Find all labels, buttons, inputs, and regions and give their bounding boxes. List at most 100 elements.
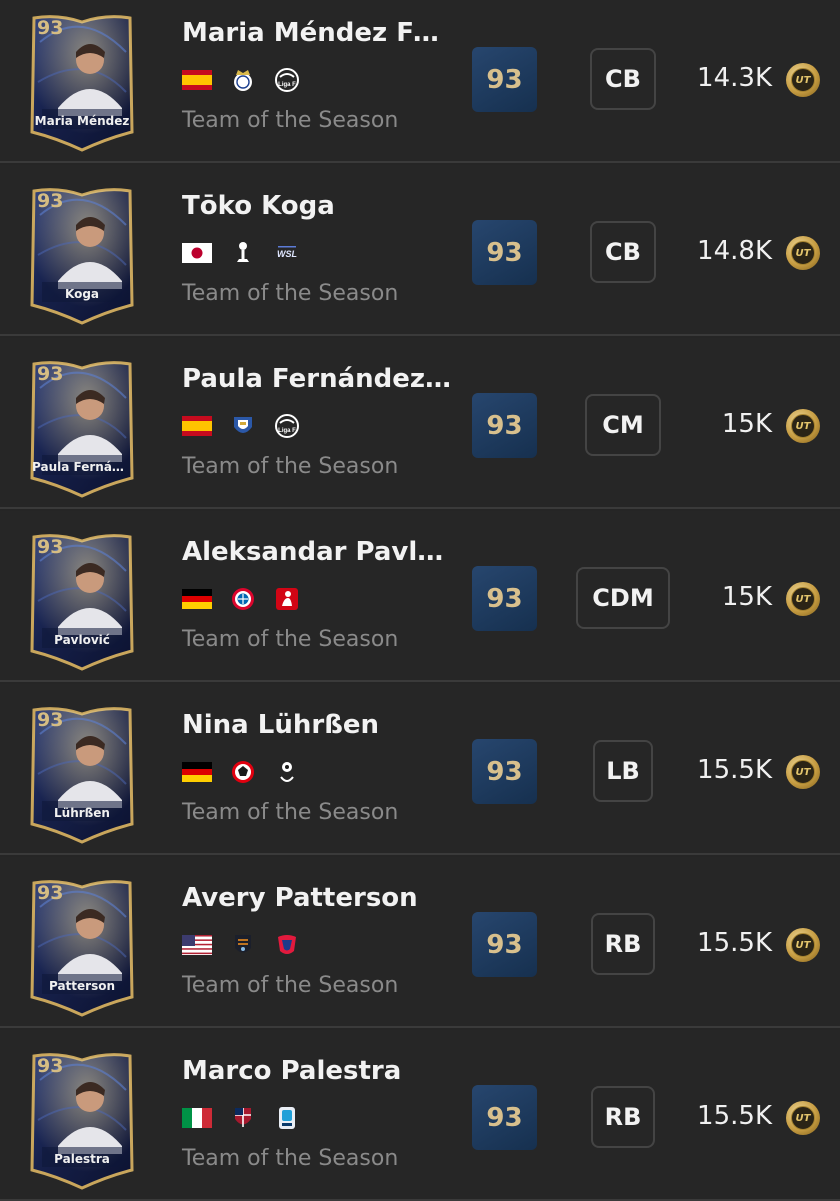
card-rating: 93 <box>37 1055 64 1077</box>
serie-a-logo-icon <box>279 1107 295 1129</box>
player-badges: WSL <box>182 240 300 266</box>
card-player-name: Maria Méndez <box>34 114 130 128</box>
svg-text:Liga F: Liga F <box>278 82 296 88</box>
player-list: 93 Maria Méndez Maria Méndez Fer... Liga F T… <box>0 0 840 1201</box>
player-price: 15.5K <box>697 755 772 785</box>
player-position-badge: CB <box>590 48 656 110</box>
coin-icon: UT <box>786 63 820 97</box>
player-row[interactable]: 93 Paula Fernánde... Paula Fernández ... Li… <box>0 338 840 509</box>
player-row[interactable]: 93 Koga Tōko Koga WSL Team of the Season 93 CB… <box>0 165 840 336</box>
frauen-bundesliga-logo-icon <box>280 762 294 782</box>
real-sociedad-crest-icon <box>234 417 252 433</box>
player-row[interactable]: 93 Pavlović Aleksandar Pavlo... Team of the… <box>0 511 840 682</box>
player-price: 14.8K <box>697 236 772 266</box>
svg-text:WSL: WSL <box>277 249 297 259</box>
player-card-image: 93 Palestra <box>28 1050 136 1190</box>
player-badges: Liga F <box>182 67 300 93</box>
card-player-name: Patterson <box>48 979 116 993</box>
player-position-badge: CB <box>590 221 656 283</box>
card-rating: 93 <box>37 190 64 212</box>
coin-label: UT <box>791 1106 815 1130</box>
player-card-image: 93 Patterson <box>28 877 136 1017</box>
card-player-name: Palestra <box>54 1152 110 1166</box>
card-player-name: Lührßen <box>54 806 110 820</box>
player-rating-badge: 93 <box>472 47 537 112</box>
player-badges <box>182 586 300 612</box>
player-card-image: 93 Pavlović <box>28 531 136 671</box>
coin-icon: UT <box>786 928 820 962</box>
spain-flag-icon <box>182 416 212 436</box>
cagliari-crest-icon <box>235 1108 251 1127</box>
usa-flag-icon <box>182 935 212 955</box>
player-card-image: 93 Lührßen <box>28 704 136 844</box>
liga-f-logo-icon: Liga F <box>275 68 299 92</box>
coin-label: UT <box>791 414 815 438</box>
player-rating-badge: 93 <box>472 393 537 458</box>
coin-label: UT <box>791 760 815 784</box>
player-badges <box>182 932 300 958</box>
germany-flag-icon <box>182 589 212 609</box>
card-rating: 93 <box>37 536 64 558</box>
player-price: 15.5K <box>697 928 772 958</box>
player-position-badge: CDM <box>576 567 670 629</box>
promo-label: Team of the Season <box>182 281 399 306</box>
player-rating-badge: 93 <box>472 566 537 631</box>
coin-icon: UT <box>786 582 820 616</box>
italy-flag-icon <box>182 1108 212 1128</box>
card-rating: 93 <box>37 709 64 731</box>
player-name: Tōko Koga <box>182 191 335 221</box>
promo-label: Team of the Season <box>182 627 399 652</box>
player-card-image: 93 Koga <box>28 185 136 325</box>
player-position-badge: CM <box>585 394 661 456</box>
card-rating: 93 <box>37 882 64 904</box>
bundesliga-logo-icon <box>276 588 298 610</box>
player-price: 15K <box>721 582 772 612</box>
coin-label: UT <box>791 68 815 92</box>
coin-label: UT <box>791 587 815 611</box>
player-name: Avery Patterson <box>182 883 418 913</box>
player-card-image: 93 Maria Méndez <box>28 12 136 152</box>
coin-icon: UT <box>786 409 820 443</box>
japan-flag-icon <box>182 243 212 263</box>
eintracht-frankfurt-crest-icon <box>232 761 254 783</box>
promo-label: Team of the Season <box>182 1146 399 1171</box>
card-player-name: Paula Fernánde... <box>32 460 132 474</box>
player-row[interactable]: 93 Palestra Marco Palestra Team of the Seas… <box>0 1030 840 1201</box>
tottenham-crest-icon <box>237 242 249 262</box>
player-rating-badge: 93 <box>472 1085 537 1150</box>
card-rating: 93 <box>37 363 64 385</box>
player-position-badge: LB <box>593 740 653 802</box>
spain-flag-icon <box>182 70 212 90</box>
player-row[interactable]: 93 Lührßen Nina Lührßen Team of the Season 9… <box>0 684 840 855</box>
player-badges <box>182 1105 300 1131</box>
card-player-name: Pavlović <box>54 633 110 647</box>
coin-label: UT <box>791 241 815 265</box>
player-card-image: 93 Paula Fernánde... <box>28 358 136 498</box>
promo-label: Team of the Season <box>182 800 399 825</box>
player-position-badge: RB <box>591 1086 655 1148</box>
wsl-logo-icon: WSL <box>277 246 297 259</box>
player-row[interactable]: 93 Maria Méndez Maria Méndez Fer... Liga F T… <box>0 0 840 163</box>
svg-text:Liga F: Liga F <box>278 428 296 434</box>
player-position-badge: RB <box>591 913 655 975</box>
player-name: Nina Lührßen <box>182 710 380 740</box>
houston-dash-crest-icon <box>235 935 251 953</box>
player-rating-badge: 93 <box>472 220 537 285</box>
card-player-name: Koga <box>64 287 100 301</box>
player-badges <box>182 759 300 785</box>
player-rating-badge: 93 <box>472 739 537 804</box>
promo-label: Team of the Season <box>182 973 399 998</box>
coin-icon: UT <box>786 236 820 270</box>
coin-icon: UT <box>786 755 820 789</box>
player-row[interactable]: 93 Patterson Avery Patterson Team of the Se… <box>0 857 840 1028</box>
player-badges: Liga F <box>182 413 300 439</box>
germany-flag-icon <box>182 762 212 782</box>
coin-label: UT <box>791 933 815 957</box>
player-name: Aleksandar Pavlo... <box>182 537 454 567</box>
promo-label: Team of the Season <box>182 108 399 133</box>
player-rating-badge: 93 <box>472 912 537 977</box>
player-name: Paula Fernández ... <box>182 364 454 394</box>
player-name: Maria Méndez Fer... <box>182 18 454 48</box>
player-price: 14.3K <box>697 63 772 93</box>
real-madrid-crest-icon <box>234 70 252 91</box>
